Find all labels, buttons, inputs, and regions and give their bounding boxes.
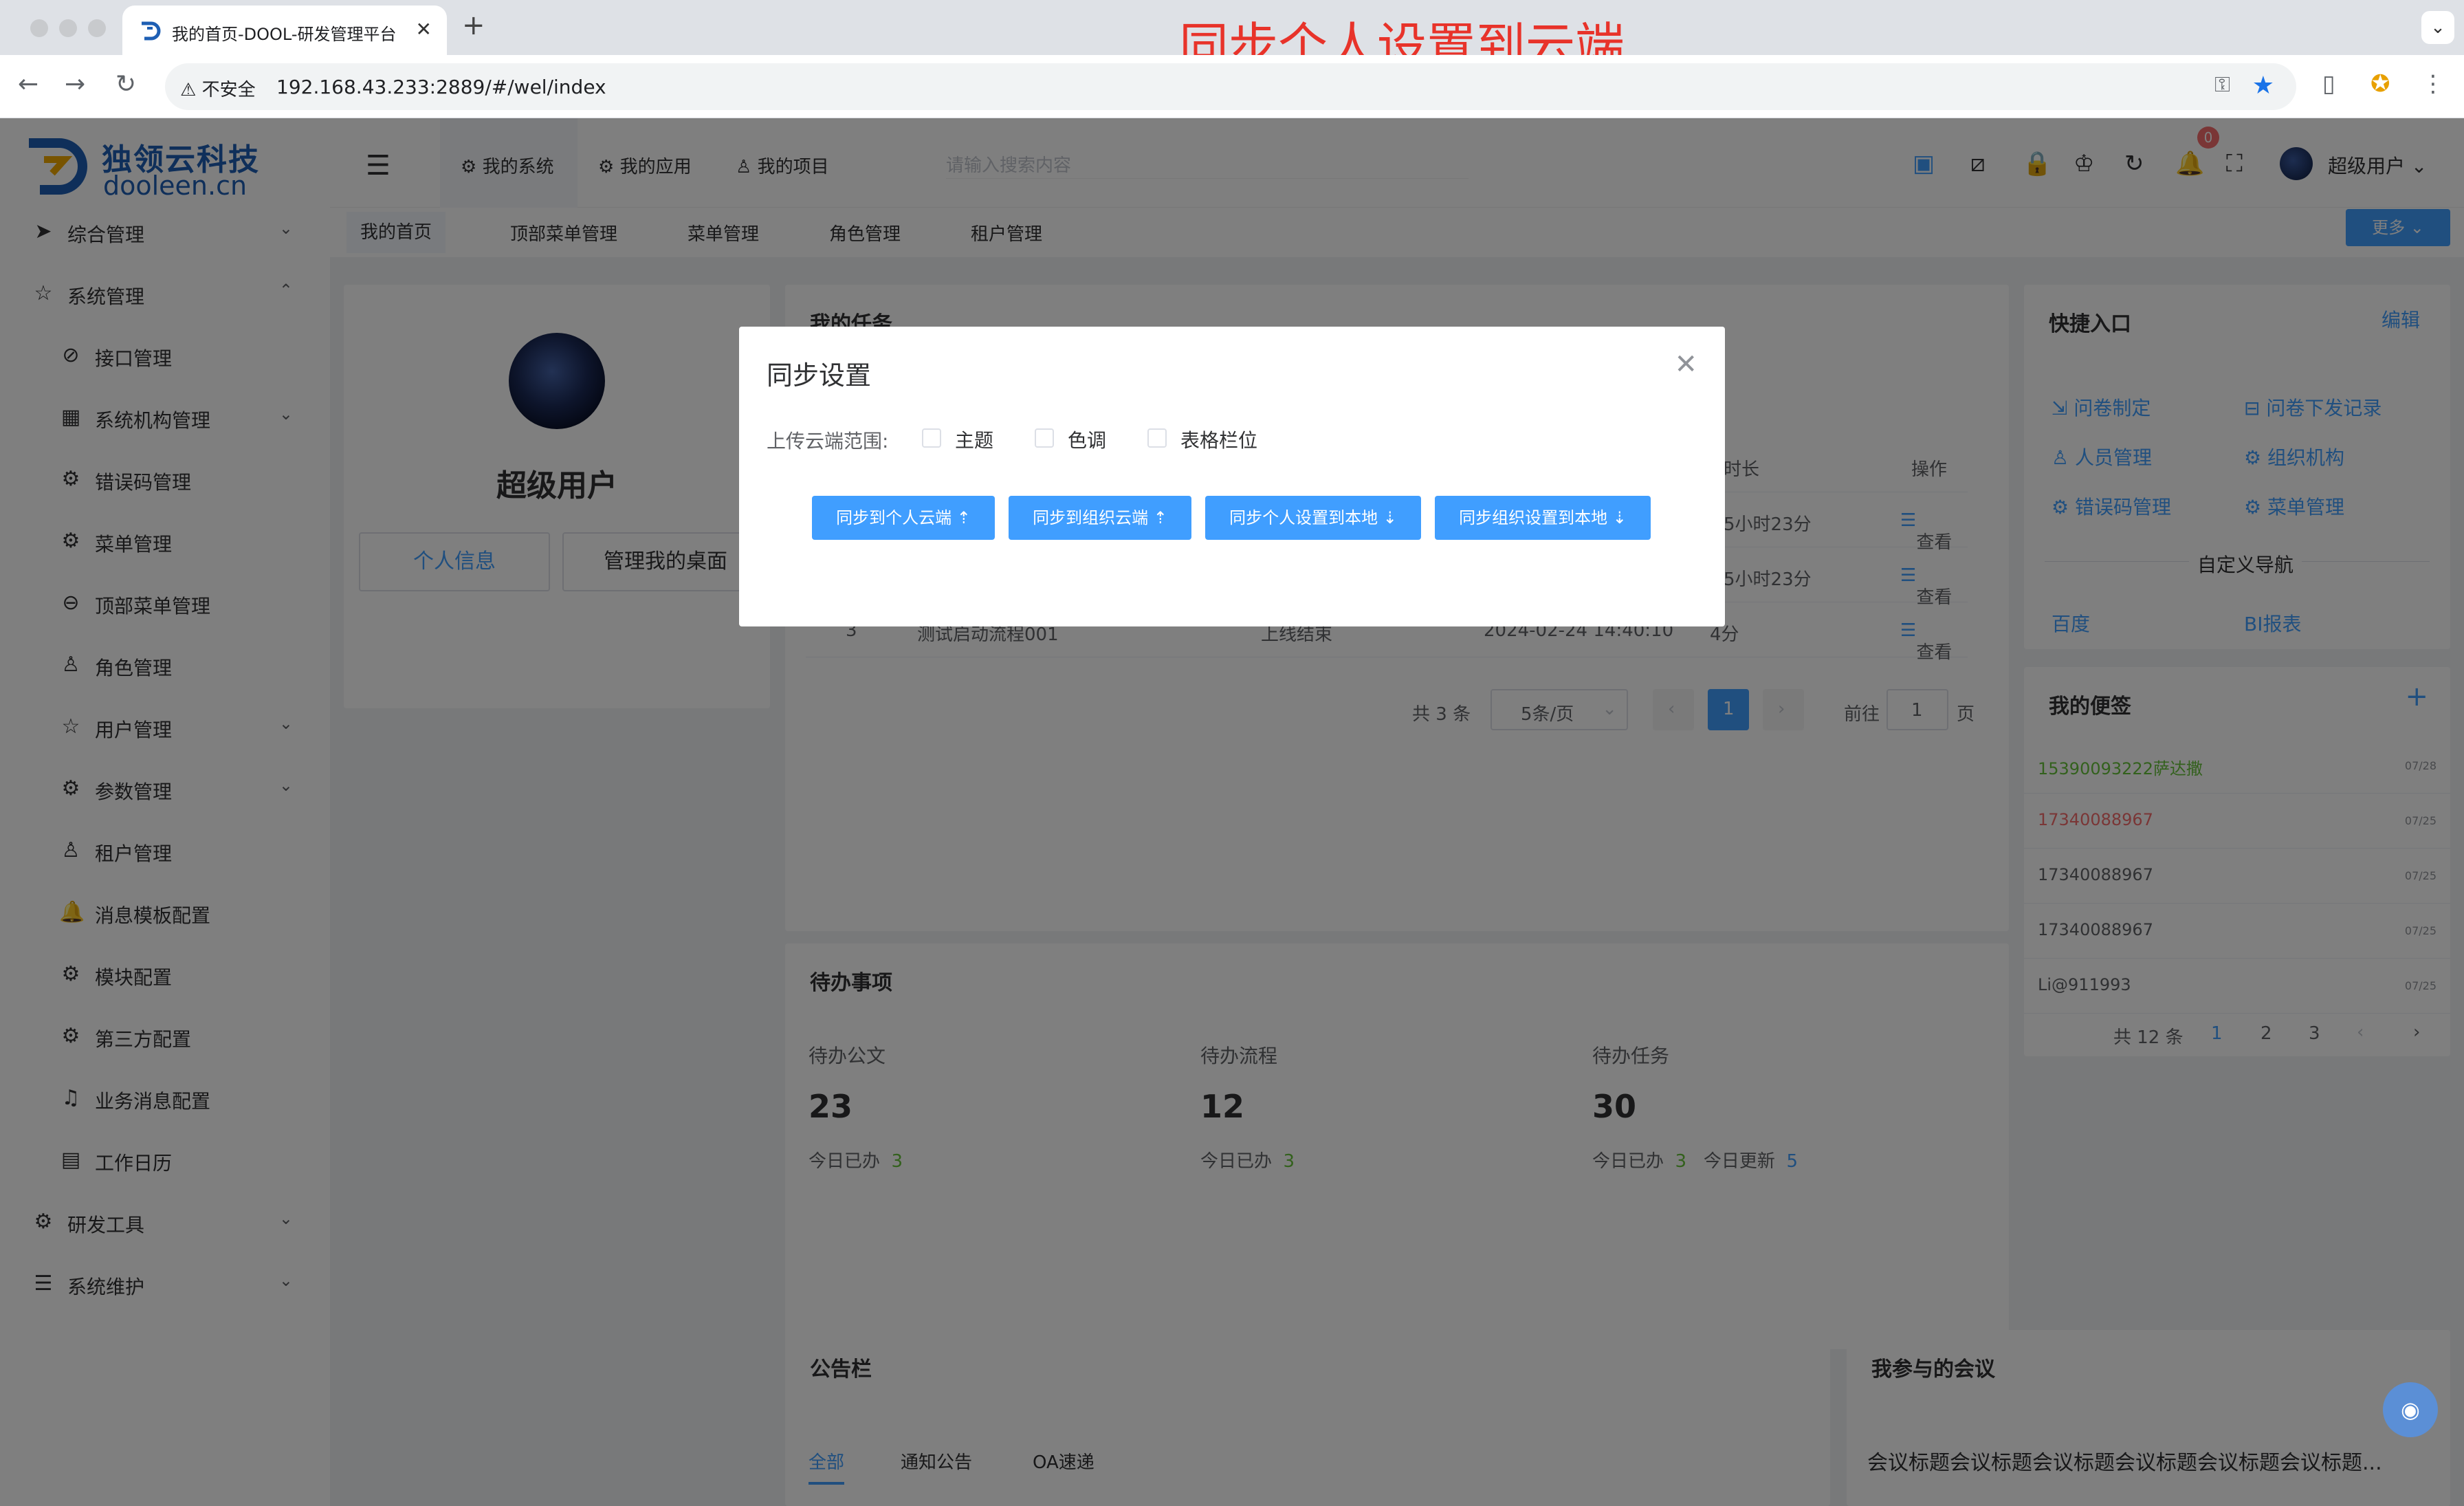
sync-to-org-cloud-button[interactable]: 同步到组织云端 ⇡ bbox=[1009, 496, 1191, 540]
reload-icon[interactable]: ↻ bbox=[116, 70, 136, 98]
close-icon[interactable]: ✕ bbox=[1674, 349, 1697, 380]
checkbox-box[interactable] bbox=[922, 428, 941, 448]
camera-icon[interactable]: ◉ bbox=[2383, 1382, 2438, 1437]
url-text[interactable]: 192.168.43.233:2889/#/wel/index bbox=[276, 76, 606, 98]
bookmark-star-icon[interactable]: ★ bbox=[2252, 72, 2274, 100]
omnibox[interactable]: ⚠ 不安全 192.168.43.233:2889/#/wel/index ⚿ … bbox=[165, 63, 2296, 110]
sync-settings-dialog: 同步设置 ✕ 上传云端范围: 主题 色调 表格栏位 同步到个人云端 ⇡ 同步到组… bbox=[739, 327, 1725, 626]
checkbox-label: 表格栏位 bbox=[1180, 429, 1258, 452]
checkbox-label: 主题 bbox=[955, 429, 994, 452]
window-close-dot[interactable] bbox=[30, 19, 48, 37]
sync-personal-to-local-button[interactable]: 同步个人设置到本地 ⇣ bbox=[1205, 496, 1421, 540]
browser-tab-strip: 我的首页-DOOL-研发管理平台 ✕ + 同步个人设置到云端 ⌄ bbox=[0, 0, 2464, 75]
sync-to-personal-cloud-button[interactable]: 同步到个人云端 ⇡ bbox=[812, 496, 995, 540]
tab-title: 我的首页-DOOL-研发管理平台 bbox=[172, 25, 397, 44]
checkbox-box[interactable] bbox=[1035, 428, 1054, 448]
checkbox-box[interactable] bbox=[1147, 428, 1167, 448]
tab-search-chevron-icon[interactable]: ⌄ bbox=[2421, 11, 2454, 44]
browser-tab[interactable]: 我的首页-DOOL-研发管理平台 ✕ bbox=[122, 6, 447, 55]
password-key-icon[interactable]: ⚿ bbox=[2214, 73, 2230, 97]
back-icon[interactable]: ← bbox=[18, 70, 38, 98]
extension-icon[interactable]: ✪ bbox=[2370, 70, 2390, 98]
site-favicon-icon bbox=[142, 21, 161, 41]
insecure-warning[interactable]: ⚠ 不安全 bbox=[180, 76, 256, 101]
side-panel-icon[interactable]: ▯ bbox=[2322, 70, 2335, 98]
sync-org-to-local-button[interactable]: 同步组织设置到本地 ⇣ bbox=[1435, 496, 1651, 540]
address-bar: ← → ↻ ⚠ 不安全 192.168.43.233:2889/#/wel/in… bbox=[0, 55, 2464, 118]
window-minimize-dot[interactable] bbox=[59, 19, 77, 37]
tab-close-icon[interactable]: ✕ bbox=[416, 18, 432, 41]
forward-icon[interactable]: → bbox=[65, 70, 85, 98]
dialog-title: 同步设置 bbox=[767, 360, 872, 391]
upload-scope-label: 上传云端范围: bbox=[767, 430, 889, 452]
window-zoom-dot[interactable] bbox=[88, 19, 106, 37]
checkbox-label: 色调 bbox=[1068, 429, 1107, 452]
new-tab-icon[interactable]: + bbox=[462, 10, 485, 41]
browser-menu-icon[interactable]: ⋮ bbox=[2421, 70, 2445, 98]
